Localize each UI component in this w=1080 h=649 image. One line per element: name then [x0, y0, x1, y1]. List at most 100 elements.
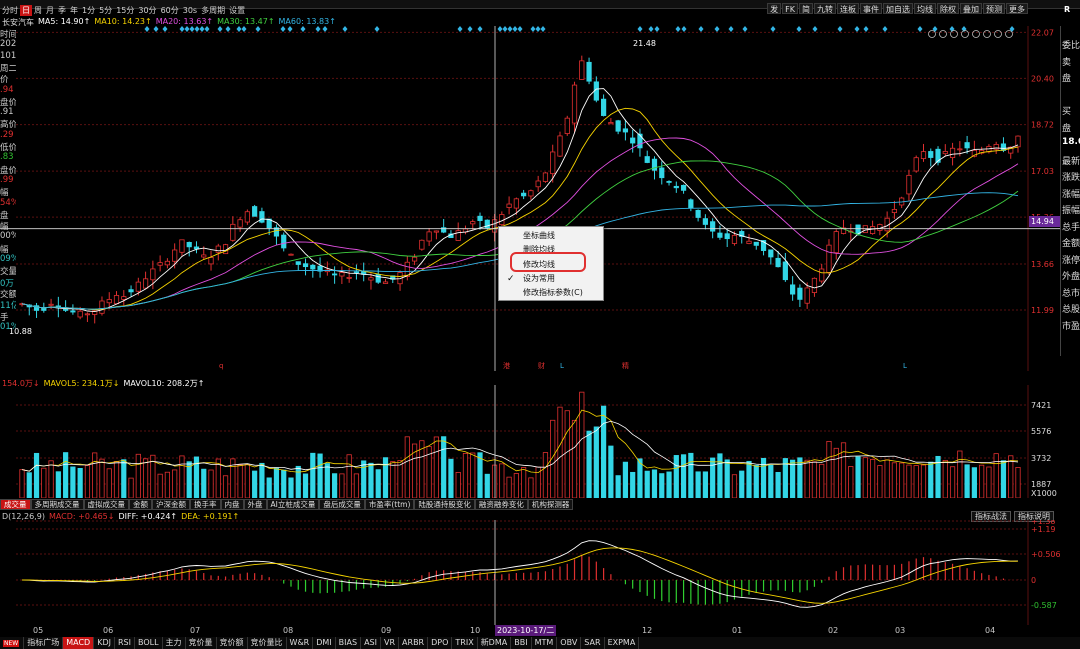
- highlight-ring: [510, 252, 586, 272]
- period-button[interactable]: 30s: [181, 5, 199, 16]
- context-menu-item[interactable]: 设为常用 ✓: [499, 272, 603, 286]
- tool-button[interactable]: 除权: [937, 3, 959, 14]
- bottom-indicator-tab[interactable]: 主力: [163, 637, 186, 649]
- tool-button[interactable]: 加自选: [883, 3, 913, 14]
- order-book-item: 总市: [1062, 288, 1080, 299]
- tool-button[interactable]: 均线: [914, 3, 936, 14]
- indicator-tab[interactable]: 陆股通持股变化: [414, 499, 475, 510]
- indicator-tab[interactable]: AI立桩成交量: [266, 499, 320, 510]
- camera-icon[interactable]: [961, 30, 969, 38]
- clock-icon[interactable]: [983, 30, 991, 38]
- period-button[interactable]: 多周期: [199, 5, 227, 16]
- tool-button[interactable]: 事件: [860, 3, 882, 14]
- bottom-indicator-tab[interactable]: VR: [381, 637, 400, 649]
- tool-button[interactable]: 九转: [814, 3, 836, 14]
- bottom-indicator-tab[interactable]: W&R: [287, 637, 314, 649]
- bottom-indicator-tab[interactable]: DPO: [428, 637, 453, 649]
- eye-icon[interactable]: [928, 30, 936, 38]
- period-button[interactable]: 日: [20, 4, 32, 16]
- volume-bar: [324, 463, 330, 498]
- context-menu-item[interactable]: 坐标曲线: [499, 229, 603, 243]
- volume-chart[interactable]: 92657421557637321887X1000: [0, 385, 1060, 498]
- indicator-tab[interactable]: 成交量: [0, 499, 31, 510]
- bottom-indicator-tab[interactable]: EXPMA: [605, 637, 640, 649]
- bottom-indicator-tab[interactable]: RSI: [115, 637, 135, 649]
- tools-icon[interactable]: [994, 30, 1002, 38]
- volume-bar: [63, 452, 69, 498]
- bottom-indicator-tab[interactable]: NEW: [0, 637, 25, 649]
- tool-button[interactable]: 预测: [983, 3, 1005, 14]
- period-button[interactable]: 季: [56, 5, 68, 16]
- price-chart[interactable]: 22.0720.4018.7217.0315.3613.6611.99q港财L精…: [0, 26, 1060, 371]
- play-icon[interactable]: [950, 30, 958, 38]
- tool-button[interactable]: FK: [782, 3, 798, 14]
- bottom-indicator-tab[interactable]: BIAS: [336, 637, 362, 649]
- indicator-tab[interactable]: 内盘: [220, 499, 244, 510]
- period-button[interactable]: 15分: [114, 5, 136, 16]
- tool-button[interactable]: 连板: [837, 3, 859, 14]
- bottom-indicator-tab[interactable]: TRIX: [452, 637, 478, 649]
- bottom-indicator-tab[interactable]: ASI: [361, 637, 381, 649]
- period-button[interactable]: 60分: [159, 5, 181, 16]
- close-icon[interactable]: [1005, 30, 1013, 38]
- period-button[interactable]: 周: [32, 5, 44, 16]
- indicator-tab[interactable]: 金额: [129, 499, 152, 510]
- bottom-indicator-tab-label: BBI: [514, 638, 528, 647]
- period-button[interactable]: 分时: [0, 5, 20, 16]
- signal-diamond-icon: [530, 26, 536, 32]
- tool-button[interactable]: 叠加: [960, 3, 982, 14]
- bottom-indicator-tab[interactable]: KDJ: [94, 637, 115, 649]
- event-marker[interactable]: q: [219, 362, 223, 370]
- gear-icon[interactable]: [972, 30, 980, 38]
- volume-indicator-tabs: 成交量 多周期成交量 虚拟成交量 金额 沪深金额 换手率 内盘 外盘 AI立桩成交量 盘后成交量市…: [0, 499, 574, 510]
- tool-button[interactable]: 简: [799, 3, 813, 14]
- indicator-tab[interactable]: 盘后成交量: [319, 499, 365, 510]
- period-button[interactable]: 5分: [97, 5, 114, 16]
- indicator-tab[interactable]: 外盘: [243, 499, 267, 510]
- signal-diamond-icon: [497, 26, 503, 32]
- eye-off-icon[interactable]: [939, 30, 947, 38]
- period-button[interactable]: 30分: [136, 5, 158, 16]
- bottom-indicator-tab[interactable]: 新DMA: [478, 637, 512, 649]
- period-button[interactable]: 设置: [227, 5, 247, 16]
- candle: [528, 190, 534, 197]
- bottom-indicator-tab[interactable]: ARBR: [399, 637, 429, 649]
- tool-button[interactable]: 更多: [1006, 3, 1028, 14]
- event-marker[interactable]: 财: [538, 361, 545, 370]
- volume-bar: [986, 466, 992, 498]
- macd-chart[interactable]: +1.38+1.19+0.5060-0.587: [0, 520, 1060, 625]
- bottom-indicator-tab[interactable]: BOLL: [135, 637, 163, 649]
- volume-bar: [906, 464, 912, 498]
- period-button[interactable]: 年: [68, 5, 80, 16]
- bottom-indicator-tab[interactable]: 竞价量比: [248, 637, 287, 649]
- period-button[interactable]: 1分: [80, 5, 97, 16]
- volume-bar: [375, 469, 381, 498]
- indicator-tab[interactable]: 沪深金额: [152, 499, 190, 510]
- bottom-indicator-tab[interactable]: BBI: [511, 637, 532, 649]
- bottom-indicator-tab[interactable]: 竞价量: [186, 637, 217, 649]
- signal-diamond-icon: [194, 26, 200, 32]
- event-marker[interactable]: L: [903, 362, 907, 370]
- candle: [193, 246, 200, 250]
- event-marker[interactable]: 港: [503, 361, 510, 370]
- event-marker[interactable]: L: [560, 362, 564, 370]
- bottom-indicator-tab[interactable]: 竞价额: [217, 637, 248, 649]
- indicator-tab[interactable]: 多周期成交量: [30, 499, 84, 510]
- bottom-indicator-tab[interactable]: MACD: [63, 637, 95, 649]
- period-button[interactable]: 月: [44, 5, 56, 16]
- indicator-tab[interactable]: 市盈率(ttm): [364, 499, 415, 510]
- context-menu-item[interactable]: 修改指标参数(C): [499, 286, 603, 300]
- bottom-indicator-tab[interactable]: 指标广场: [24, 637, 64, 649]
- indicator-tab[interactable]: 换手率: [190, 499, 221, 510]
- bottom-indicator-tab[interactable]: OBV: [557, 637, 582, 649]
- indicator-tab[interactable]: 融资融券变化: [474, 499, 528, 510]
- bottom-indicator-tab[interactable]: SAR: [581, 637, 605, 649]
- bottom-indicator-tab[interactable]: DMI: [313, 637, 336, 649]
- price-axis-label: 20.40: [1031, 74, 1054, 83]
- indicator-tab[interactable]: 机构探测器: [527, 499, 574, 510]
- bottom-indicator-tab[interactable]: MTM: [532, 637, 558, 649]
- indicator-tab[interactable]: 虚拟成交量: [83, 499, 129, 510]
- volume-bar: [397, 460, 403, 498]
- event-marker[interactable]: 精: [622, 361, 629, 370]
- tool-button[interactable]: 发: [767, 3, 782, 14]
